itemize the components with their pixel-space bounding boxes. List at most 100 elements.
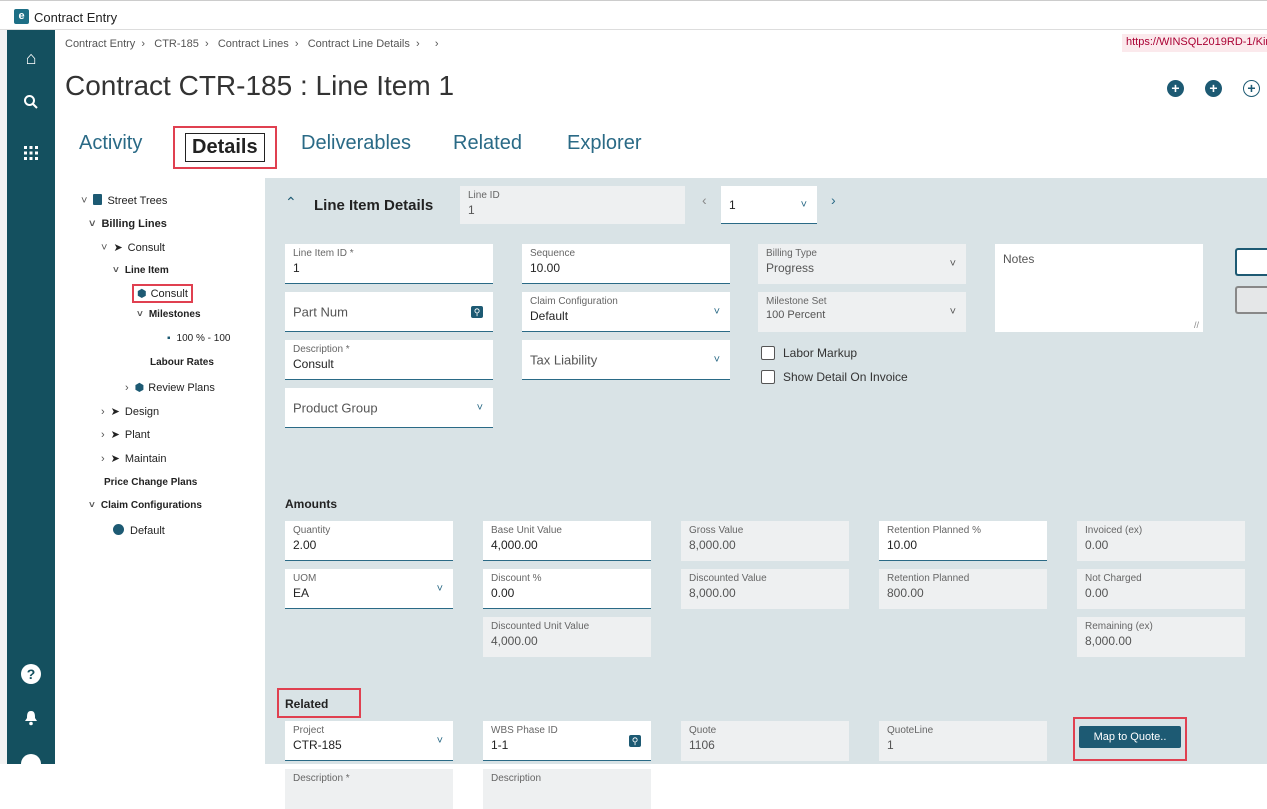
tree-design[interactable]: › ➤ Design (101, 405, 159, 418)
home-icon[interactable]: ⌂ (7, 48, 55, 69)
quote-line-label: QuoteLine (887, 725, 934, 736)
tree-street-trees-label: Street Trees (107, 195, 168, 207)
chevron-shape-icon-3: ➤ (110, 429, 120, 441)
description-value: Consult (293, 357, 334, 371)
project-value: CTR-185 (293, 738, 342, 752)
line-item-id-value: 1 (293, 261, 300, 275)
tax-liability-select[interactable]: Tax Liability ˅ (522, 340, 730, 380)
tree-maintain[interactable]: › ➤ Maintain (101, 452, 166, 465)
chevron-down-icon: ˅ (800, 198, 807, 211)
related-description-required[interactable]: Description * (285, 769, 453, 809)
lookup-search-icon-2[interactable]: ⚲ (629, 734, 641, 747)
discount-pct-field[interactable]: Discount % 0.00 (483, 569, 651, 609)
checkbox-box-2 (761, 370, 775, 384)
project-select[interactable]: Project CTR-185 ˅ (285, 721, 453, 761)
apps-grid-icon[interactable] (7, 146, 55, 165)
discount-pct-value: 0.00 (491, 586, 515, 600)
retention-planned-pct-field[interactable]: Retention Planned % 10.00 (879, 521, 1047, 561)
line-id-value: 1 (468, 203, 475, 217)
next-chevron-icon[interactable]: › (831, 192, 836, 208)
tree-milestones[interactable]: ˅ Milestones (137, 309, 201, 320)
tree-consult-label: Consult (127, 242, 165, 254)
bell-icon[interactable] (7, 710, 55, 731)
hexagon-icon: ⬢ (137, 288, 147, 300)
tree-consult-node[interactable]: ⬢ Consult (132, 284, 193, 303)
chevron-down-icon-5: ˅ (713, 353, 720, 366)
collapse-chevron-icon[interactable]: ⌃ (285, 194, 297, 211)
sequence-label: Sequence (530, 248, 576, 259)
add-circle-icon-2[interactable]: + (1205, 80, 1222, 97)
tree-milestone-100[interactable]: ▪ 100 % - 100 (167, 333, 230, 344)
tree-claim-configurations[interactable]: ˅ Claim Configurations (89, 500, 202, 511)
crumb-contract-lines[interactable]: Contract Lines (218, 38, 289, 50)
billing-type-select[interactable]: Billing Type Progress ˅ (758, 244, 966, 284)
crumb-contract-entry[interactable]: Contract Entry (65, 38, 135, 50)
tree-claim-configurations-label: Claim Configurations (100, 500, 202, 511)
discounted-value-label: Discounted Value (689, 573, 767, 584)
resize-handle-icon[interactable]: // (1194, 320, 1199, 330)
tree-consult[interactable]: ˅ ➤ Consult (101, 241, 165, 254)
claim-configuration-label: Claim Configuration (530, 296, 618, 307)
tree-design-label: Design (124, 406, 160, 418)
database-icon (93, 194, 103, 205)
show-detail-label: Show Detail On Invoice (783, 370, 908, 384)
labor-markup-checkbox[interactable]: Labor Markup (761, 346, 857, 360)
tab-deliverables[interactable]: Deliverables (301, 132, 411, 155)
product-group-placeholder: Product Group (293, 400, 378, 415)
tree-default-label: Default (130, 525, 165, 537)
tree-default[interactable]: Default (113, 524, 165, 537)
checkbox-box (761, 346, 775, 360)
tree-review-plans[interactable]: › ⬢ Review Plans (125, 381, 215, 394)
map-to-quote-button[interactable]: Map to Quote.. (1079, 726, 1181, 748)
crumb-ctr[interactable]: CTR-185 (154, 38, 199, 50)
help-icon[interactable]: ? (21, 664, 41, 684)
tree-plant[interactable]: › ➤ Plant (101, 428, 150, 441)
sequence-field[interactable]: Sequence 10.00 (522, 244, 730, 284)
tree-milestones-label: Milestones (148, 309, 201, 320)
not-charged-readonly: Not Charged 0.00 (1077, 569, 1245, 609)
add-outline-icon[interactable]: + (1243, 80, 1260, 97)
prev-chevron-icon[interactable]: ‹ (702, 192, 707, 208)
base-unit-value-field[interactable]: Base Unit Value 4,000.00 (483, 521, 651, 561)
uom-value: EA (293, 586, 310, 600)
crumb-line-details[interactable]: Contract Line Details (308, 38, 410, 50)
side-checkbox-2[interactable] (1235, 286, 1267, 314)
show-detail-checkbox[interactable]: Show Detail On Invoice (761, 370, 908, 384)
search-icon[interactable] (7, 94, 55, 115)
wbs-phase-id-field[interactable]: WBS Phase ID 1-1 ⚲ (483, 721, 651, 761)
chevron-down-icon-7: ˅ (436, 582, 443, 595)
tree-labour-rates[interactable]: Labour Rates (150, 357, 214, 368)
claim-configuration-value: Default (530, 309, 569, 323)
milestone-set-select[interactable]: Milestone Set 100 Percent ˅ (758, 292, 966, 332)
labor-markup-label: Labor Markup (783, 346, 858, 360)
part-num-field[interactable]: Part Num ⚲ (285, 292, 493, 332)
quantity-field[interactable]: Quantity 2.00 (285, 521, 453, 561)
side-checkbox-1[interactable] (1235, 248, 1267, 276)
tree-line-item[interactable]: ˅ Line Item (113, 265, 169, 276)
gross-value-label: Gross Value (689, 525, 744, 536)
notes-field[interactable]: Notes // (995, 244, 1203, 332)
tab-explorer[interactable]: Explorer (567, 132, 641, 155)
user-icon[interactable] (21, 754, 41, 774)
line-pager-select[interactable]: 1 ˅ (721, 186, 817, 224)
product-group-select[interactable]: Product Group ˅ (285, 388, 493, 428)
tree-billing-lines[interactable]: ˅ Billing Lines (89, 218, 167, 230)
chevron-down-icon-8: ˅ (436, 734, 443, 747)
tab-details[interactable]: Details (173, 126, 277, 169)
claim-configuration-select[interactable]: Claim Configuration Default ˅ (522, 292, 730, 332)
main-area: Contract Entry › CTR-185 › Contract Line… (55, 30, 1267, 809)
panel-header: ⌃ Line Item Details Line ID 1 ‹ 1 ˅ › (265, 178, 1267, 232)
tree-price-change-plans[interactable]: Price Change Plans (104, 477, 197, 488)
tab-activity[interactable]: Activity (79, 132, 142, 155)
description-field[interactable]: Description * Consult (285, 340, 493, 380)
related-description[interactable]: Description (483, 769, 651, 809)
remaining-label: Remaining (ex) (1085, 621, 1153, 632)
tab-related[interactable]: Related (453, 132, 522, 155)
uom-select[interactable]: UOM EA ˅ (285, 569, 453, 609)
line-item-id-field[interactable]: Line Item ID * 1 (285, 244, 493, 284)
discounted-unit-value-readonly: Discounted Unit Value 4,000.00 (483, 617, 651, 657)
tree-plant-label: Plant (124, 429, 150, 441)
add-circle-icon[interactable]: + (1167, 80, 1184, 97)
lookup-search-icon[interactable]: ⚲ (471, 305, 483, 318)
tree-street-trees[interactable]: ˅ Street Trees (81, 194, 167, 207)
